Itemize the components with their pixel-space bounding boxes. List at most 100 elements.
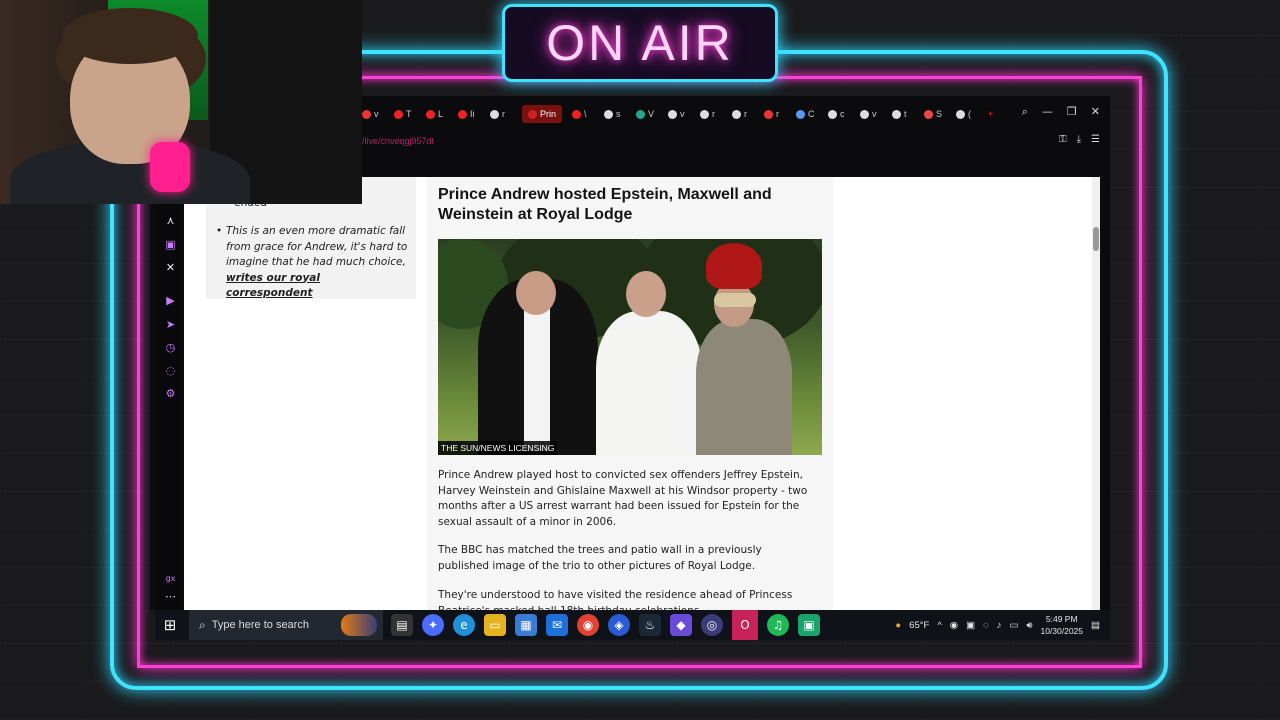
- weather-icon[interactable]: ●: [895, 620, 901, 631]
- minimize-button[interactable]: —: [1042, 105, 1053, 119]
- halloween-widget-icon[interactable]: [341, 614, 377, 636]
- tab-favicon-icon: [528, 109, 537, 119]
- task-view-icon[interactable]: ▤: [391, 614, 413, 636]
- opera-gx-icon[interactable]: O: [732, 610, 758, 640]
- browser-tab[interactable]: v: [668, 105, 690, 123]
- app-icon[interactable]: ◈: [608, 614, 630, 636]
- clock-icon[interactable]: ◷: [164, 341, 177, 354]
- article-headline: Prince Andrew hosted Epstein, Maxwell an…: [438, 186, 772, 223]
- tab-favicon-icon: [892, 109, 902, 119]
- volume-icon[interactable]: 🔊︎: [1026, 620, 1032, 631]
- webcam-overlay: [0, 0, 362, 204]
- windows-taskbar: ⊞ ⌕ Type here to search ▤ ✦ e ▭ ▦ ✉ ◉ ◈ …: [155, 610, 1110, 640]
- browser-tab[interactable]: r: [700, 105, 722, 123]
- store-icon[interactable]: ▦: [515, 614, 537, 636]
- more-icon[interactable]: ⋯: [164, 590, 177, 603]
- tab-label: t: [904, 109, 907, 119]
- twitch-icon[interactable]: ▣: [164, 238, 177, 251]
- download-icon[interactable]: ⤓: [1077, 134, 1081, 145]
- browser-sidebar: ⋏ ▣ ✕ ▶ ➤ ◷ ◌ ⚙ gx ⋯: [158, 178, 182, 610]
- tab-label: T: [406, 109, 412, 119]
- browser-tab[interactable]: Ii: [458, 105, 480, 123]
- web-page: ndship ended • This is an even more dram…: [184, 177, 1100, 610]
- lock-icon[interactable]: ⚿: [1059, 134, 1067, 145]
- address-bar-url[interactable]: /live/cnveqgj957dt: [362, 136, 434, 146]
- taskbar-search[interactable]: ⌕ Type here to search: [189, 610, 383, 640]
- browser-tab[interactable]: S: [924, 105, 946, 123]
- tab-label: L: [438, 109, 444, 119]
- tab-label: S: [936, 109, 943, 119]
- tab-favicon-icon: [604, 109, 614, 119]
- tab-favicon-icon: [956, 109, 966, 119]
- new-tab-button[interactable]: +: [988, 105, 1010, 123]
- browser-tab[interactable]: \: [572, 105, 594, 123]
- tab-label: v: [374, 109, 379, 119]
- browser-tab[interactable]: s: [604, 105, 626, 123]
- microphone: [150, 142, 190, 192]
- browser-tab[interactable]: r: [732, 105, 754, 123]
- tab-label: Ii: [470, 109, 475, 119]
- obs-icon[interactable]: ◎: [701, 614, 723, 636]
- browser-tab[interactable]: c: [828, 105, 850, 123]
- tab-label: (: [968, 109, 972, 119]
- browser-tab[interactable]: L: [426, 105, 448, 123]
- browser-tab[interactable]: v: [362, 105, 384, 123]
- tab-favicon-icon: [700, 109, 710, 119]
- taskbar-apps: ▤ ✦ e ▭ ▦ ✉ ◉ ◈ ♨ ◆ ◎ O ♫ ▣: [391, 610, 829, 640]
- chevron-up-icon[interactable]: ^: [937, 620, 941, 631]
- tray-app-icon[interactable]: ▣: [966, 620, 975, 631]
- tab-favicon-icon: [636, 109, 646, 119]
- steam-icon[interactable]: ♨: [639, 614, 661, 636]
- settings-icon[interactable]: ⚙: [164, 387, 177, 400]
- browser-tab[interactable]: (: [956, 105, 978, 123]
- extensions-icon[interactable]: gx: [164, 572, 177, 585]
- browser-tab[interactable]: Prin: [522, 105, 563, 123]
- article-paragraph: The BBC has matched the trees and patio …: [438, 544, 762, 572]
- browser-tab[interactable]: t: [892, 105, 914, 123]
- app-icon[interactable]: ▣: [798, 614, 820, 636]
- chrome-icon[interactable]: ◉: [577, 614, 599, 636]
- tab-label: s: [616, 109, 621, 119]
- file-explorer-icon[interactable]: ▭: [484, 614, 506, 636]
- mic-icon[interactable]: ♪: [997, 620, 1002, 631]
- system-tray: ● 65°F ^ ◉ ▣ ◌ ♪ ▭ 🔊︎ 5:49 PM 10/30/2025…: [895, 610, 1100, 640]
- browser-tab[interactable]: r: [764, 105, 786, 123]
- spotify-icon[interactable]: ♫: [767, 614, 789, 636]
- clock[interactable]: 5:49 PM 10/30/2025: [1040, 613, 1083, 637]
- search-placeholder: Type here to search: [211, 619, 309, 631]
- browser-tab[interactable]: C: [796, 105, 818, 123]
- browser-tab[interactable]: r: [490, 105, 512, 123]
- article-photo[interactable]: THE SUN/NEWS LICENSING: [438, 239, 822, 455]
- play-icon[interactable]: ▶: [164, 294, 177, 307]
- notifications-icon[interactable]: ▤: [1091, 620, 1100, 631]
- tab-favicon-icon: [394, 109, 403, 119]
- app-icon[interactable]: ◆: [670, 614, 692, 636]
- start-button[interactable]: ⊞: [155, 610, 185, 640]
- search-tabs-icon[interactable]: ⌕: [1022, 105, 1028, 119]
- arc-icon[interactable]: ⋏: [164, 214, 177, 227]
- network-icon[interactable]: ▭: [1009, 620, 1018, 631]
- tab-label: r: [502, 109, 505, 119]
- window-controls: ⌕ — ❐ ✕: [1022, 105, 1100, 119]
- copilot-icon[interactable]: ✦: [422, 614, 444, 636]
- browser-tab[interactable]: T: [394, 105, 416, 123]
- tray-app-icon[interactable]: ◉: [950, 620, 958, 631]
- correspondent-link[interactable]: writes our royal correspondent: [226, 271, 408, 302]
- menu-icon[interactable]: ☰: [1091, 134, 1100, 145]
- close-button[interactable]: ✕: [1091, 105, 1100, 119]
- browser-tab[interactable]: V: [636, 105, 658, 123]
- tab-favicon-icon: [860, 109, 870, 119]
- restore-button[interactable]: ❐: [1067, 105, 1077, 119]
- scrollbar-thumb[interactable]: [1093, 227, 1099, 251]
- edge-icon[interactable]: e: [453, 614, 475, 636]
- mail-icon[interactable]: ✉: [546, 614, 568, 636]
- chat-icon[interactable]: ◌: [164, 364, 177, 377]
- tab-favicon-icon: [426, 109, 435, 119]
- send-icon[interactable]: ➤: [164, 318, 177, 331]
- scrollbar[interactable]: [1092, 177, 1100, 610]
- x-icon[interactable]: ✕: [164, 261, 177, 274]
- browser-tab[interactable]: v: [860, 105, 882, 123]
- weather-temp[interactable]: 65°F: [909, 620, 929, 631]
- tray-app-icon[interactable]: ◌: [983, 620, 989, 631]
- tab-favicon-icon: [764, 109, 774, 119]
